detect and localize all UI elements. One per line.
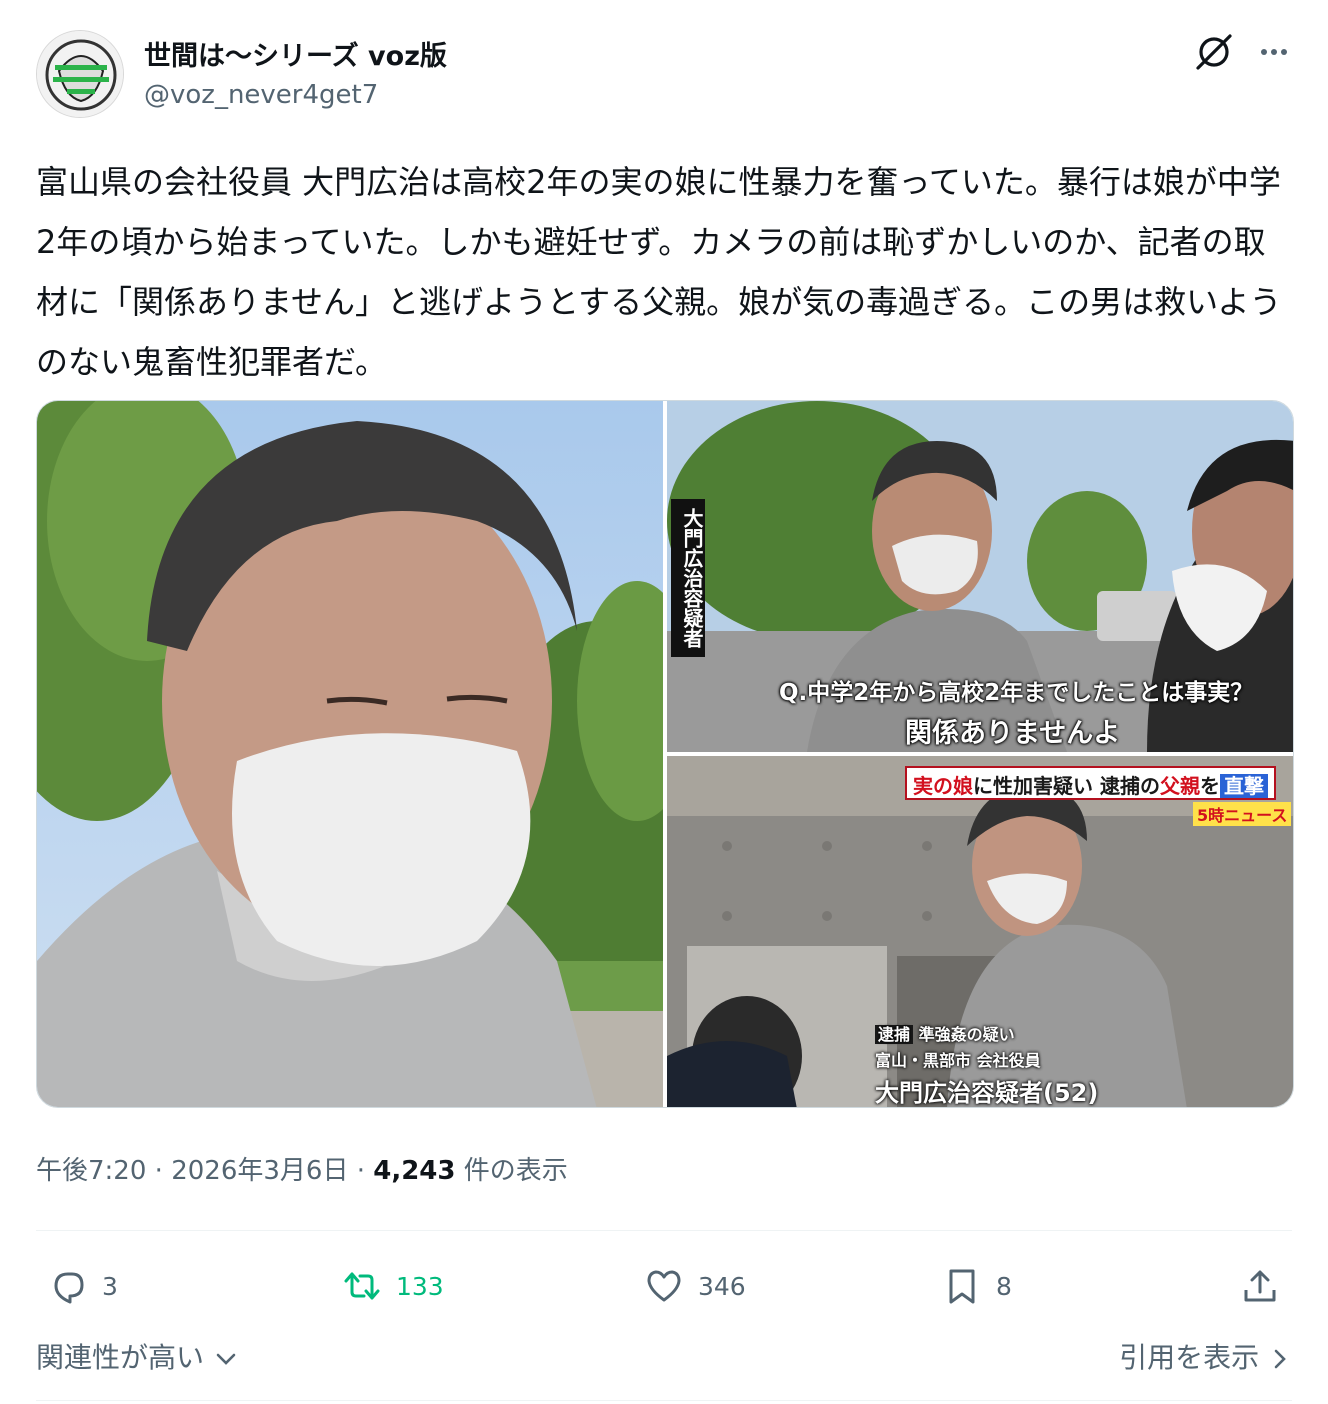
reply-sort-row: 関連性が高い 引用を表示 [36,1336,1292,1380]
headline-mid: に性加害疑い 逮捕の [973,774,1160,798]
reply-button[interactable]: 3 [46,1254,118,1318]
more-icon[interactable] [1252,30,1296,74]
like-count: 346 [698,1271,746,1301]
meta-separator-2: · [348,1156,374,1186]
retweet-button[interactable]: 133 [340,1254,444,1318]
sort-relevance-button[interactable]: 関連性が高い [36,1336,239,1376]
program-logo: 5時ニュース [1193,802,1292,826]
grok-icon[interactable] [1192,30,1236,74]
bookmark-icon [949,1269,975,1304]
view-quotes-label: 引用を表示 [1119,1341,1260,1374]
photo-man-closeup[interactable] [37,401,663,1107]
media-grid: 大門広治容疑者 Q.中学2年から高校2年までしたことは事実？ 関係ありませんよ … [36,400,1294,1108]
tweet-date[interactable]: 2026年3月6日 [171,1156,348,1186]
charge-text: 準強姦の疑い [918,1025,1015,1044]
sort-relevance-label: 関連性が高い [36,1341,205,1374]
retweet-icon [344,1272,380,1300]
tweet-time[interactable]: 午後7:20 [36,1156,146,1186]
retweet-count: 133 [396,1271,444,1301]
views-count: 4,243 [373,1156,456,1186]
author-handle[interactable]: @voz_never4get7 [144,80,378,110]
arrest-tag: 逮捕 [875,1025,914,1044]
photo-news-broadcast[interactable]: 実の娘に性加害疑い 逮捕の父親を 直撃 5時ニュース 逮捕 準強姦の疑い 富山・黒… [667,756,1293,1107]
headline-mid2: を [1199,774,1220,798]
suspect-name: 大門広治容疑者(52) [875,1079,1099,1107]
headline-red: 実の娘 [913,774,973,798]
divider-bottom [36,1400,1292,1401]
share-icon [1244,1270,1276,1302]
author-name[interactable]: 世間は〜シリーズ voz版 [144,34,447,73]
divider-top [36,1230,1292,1231]
heart-icon [647,1270,681,1302]
bookmark-count: 8 [996,1271,1012,1301]
avatar[interactable] [36,30,124,118]
location-text: 富山・黒部市 会社役員 [875,1051,1041,1070]
avatar-icon [37,31,123,117]
tweet-meta: 午後7:20 · 2026年3月6日 · 4,243 件の表示 [36,1150,568,1187]
vertical-name-label: 大門広治容疑者 [671,499,705,657]
lower-third: 逮捕 準強姦の疑い 富山・黒部市 会社役員 大門広治容疑者(52) [875,1021,1099,1107]
share-button[interactable] [1238,1254,1282,1318]
meta-separator: · [146,1156,172,1186]
reply-count: 3 [102,1271,118,1301]
caption-answer: 関係ありませんよ [905,718,1121,749]
headline-red2: 父親 [1159,774,1200,798]
action-bar: 3 133 346 8 [36,1254,1292,1318]
interview-caption: Q.中学2年から高校2年までしたことは事実？ 関係ありませんよ [779,673,1289,750]
news-headline: 実の娘に性加害疑い 逮捕の父親を 直撃 [905,766,1276,800]
headline-blue: 直撃 [1219,774,1268,798]
caption-question: Q.中学2年から高校2年までしたことは事実？ [779,680,1254,706]
reply-icon [54,1272,84,1304]
chevron-down-icon [216,1353,236,1365]
tweet-header: 世間は〜シリーズ voz版 @voz_never4get7 [36,28,1292,118]
like-button[interactable]: 346 [642,1254,746,1318]
chevron-right-icon [1274,1349,1286,1369]
view-quotes-link[interactable]: 引用を表示 [1119,1336,1292,1376]
photo-interview[interactable]: 大門広治容疑者 Q.中学2年から高校2年までしたことは事実？ 関係ありませんよ [667,401,1293,752]
tweet-text: 富山県の会社役員 大門広治は高校2年の実の娘に性暴力を奮っていた。暴行は娘が中学… [36,163,1282,381]
bookmark-button[interactable]: 8 [940,1254,1012,1318]
views-label: 件の表示 [455,1156,568,1186]
